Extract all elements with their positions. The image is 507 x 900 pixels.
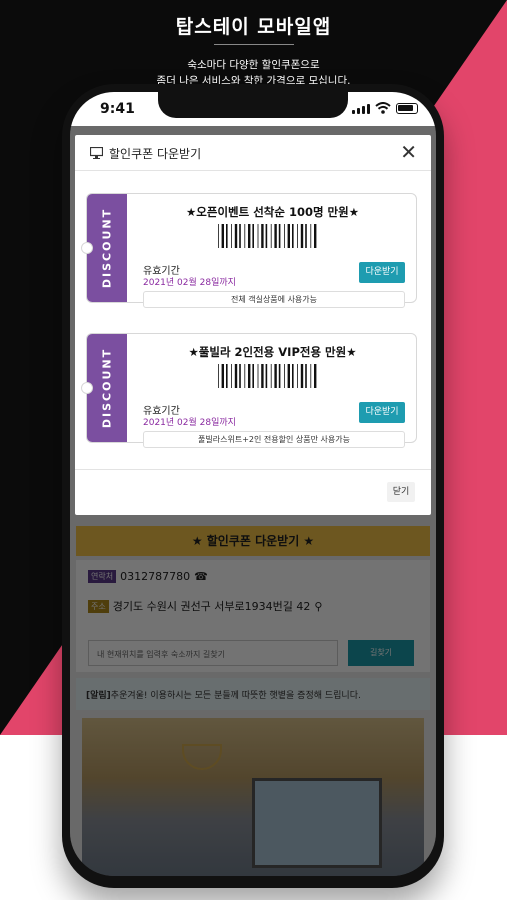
- coupon-card: DISCOUNT ★풀빌라 2인전용 VIP전용 만원★ 유효기간 2021년 …: [81, 333, 417, 448]
- phone-tag: 연락처: [88, 570, 117, 583]
- coupon-notch: [81, 382, 93, 394]
- coupon-download-button[interactable]: 다운받기: [359, 402, 405, 423]
- phone-screen: ★ 할인쿠폰 다운받기 ★ 연락처 0312787780 ☎ 주소 경기도 수원…: [70, 92, 436, 876]
- wifi-icon: [375, 102, 391, 114]
- modal-footer-divider: [75, 469, 431, 470]
- address-text: 경기도 수원시 권선구 서부로1934번길 42: [112, 600, 311, 613]
- coupon-title: ★풀빌라 2인전용 VIP전용 만원★: [188, 345, 357, 359]
- phone-frame: ★ 할인쿠폰 다운받기 ★ 연락처 0312787780 ☎ 주소 경기도 수원…: [62, 84, 444, 888]
- status-time: 9:41: [100, 101, 135, 117]
- phone-row: 연락처 0312787780 ☎: [88, 570, 208, 583]
- status-bar: 9:41: [70, 92, 436, 126]
- room-photo: [82, 718, 424, 876]
- location-pin-icon[interactable]: ⚲: [314, 600, 322, 613]
- battery-icon: [396, 103, 418, 114]
- accommodation-info: 연락처 0312787780 ☎ 주소 경기도 수원시 권선구 서부로1934번…: [76, 560, 430, 672]
- coupon-note: 풀빌라스위트+2인 전용할인 상품만 사용가능: [143, 431, 405, 448]
- address-row: 주소 경기도 수원시 권선구 서부로1934번길 42 ⚲: [88, 598, 322, 614]
- notice-text: 추운겨울! 이용하시는 모든 분들께 따뜻한 햇볕을 증정해 드립니다.: [110, 691, 361, 701]
- address-tag: 주소: [88, 599, 109, 613]
- chandelier-shape: [182, 744, 222, 770]
- route-input[interactable]: 내 현재위치를 입력후 숙소까지 길찾기: [88, 640, 338, 666]
- coupon-modal: 할인쿠폰 다운받기 ✕ DISCOUNT ★오픈이벤트 선착순 100명 만원★…: [75, 135, 431, 515]
- coupon-title: ★오픈이벤트 선착순 100명 만원★: [185, 205, 359, 219]
- signal-icon: [352, 104, 370, 114]
- phone-number[interactable]: 0312787780: [120, 570, 190, 583]
- modal-close-button[interactable]: 닫기: [387, 482, 415, 502]
- phone-notch: [158, 92, 348, 118]
- notice-bar: [알림]추운겨울! 이용하시는 모든 분들께 따뜻한 햇볕을 증정해 드립니다.: [76, 678, 430, 710]
- modal-header: 할인쿠폰 다운받기 ✕: [75, 135, 431, 171]
- coupon-notch: [81, 242, 93, 254]
- coupon-side-label: DISCOUNT: [100, 347, 114, 429]
- coupon-side-band: DISCOUNT: [87, 194, 127, 302]
- monitor-icon: [90, 147, 103, 159]
- coupon-side-band: DISCOUNT: [87, 334, 127, 442]
- coupon-side-label: DISCOUNT: [100, 207, 114, 289]
- promo-title: 탑스테이 모바일앱: [175, 16, 332, 38]
- close-icon[interactable]: ✕: [400, 142, 417, 162]
- phone-icon[interactable]: ☎: [194, 570, 208, 583]
- coupon-card: DISCOUNT ★오픈이벤트 선착순 100명 만원★ 유효기간 2021년 …: [81, 193, 417, 308]
- coupon-download-button[interactable]: 다운받기: [359, 262, 405, 283]
- status-icons: [352, 102, 418, 114]
- window-shape: [252, 778, 382, 868]
- coupon-note: 전체 객실상품에 사용가능: [143, 291, 405, 308]
- barcode-icon: [218, 224, 317, 248]
- promo-subtitle-line1: 숙소마다 다양한 할인쿠폰으로: [187, 59, 320, 71]
- coupon-valid-date: 2021년 02월 28일까지: [143, 418, 236, 428]
- route-button[interactable]: 길찾기: [348, 640, 414, 666]
- notice-tag: [알림]: [86, 691, 111, 701]
- coupon-download-banner[interactable]: ★ 할인쿠폰 다운받기 ★: [76, 526, 430, 556]
- modal-title: 할인쿠폰 다운받기: [109, 147, 202, 161]
- barcode-icon: [218, 364, 317, 388]
- promo-divider: [214, 44, 294, 45]
- coupon-valid-date: 2021년 02월 28일까지: [143, 278, 236, 288]
